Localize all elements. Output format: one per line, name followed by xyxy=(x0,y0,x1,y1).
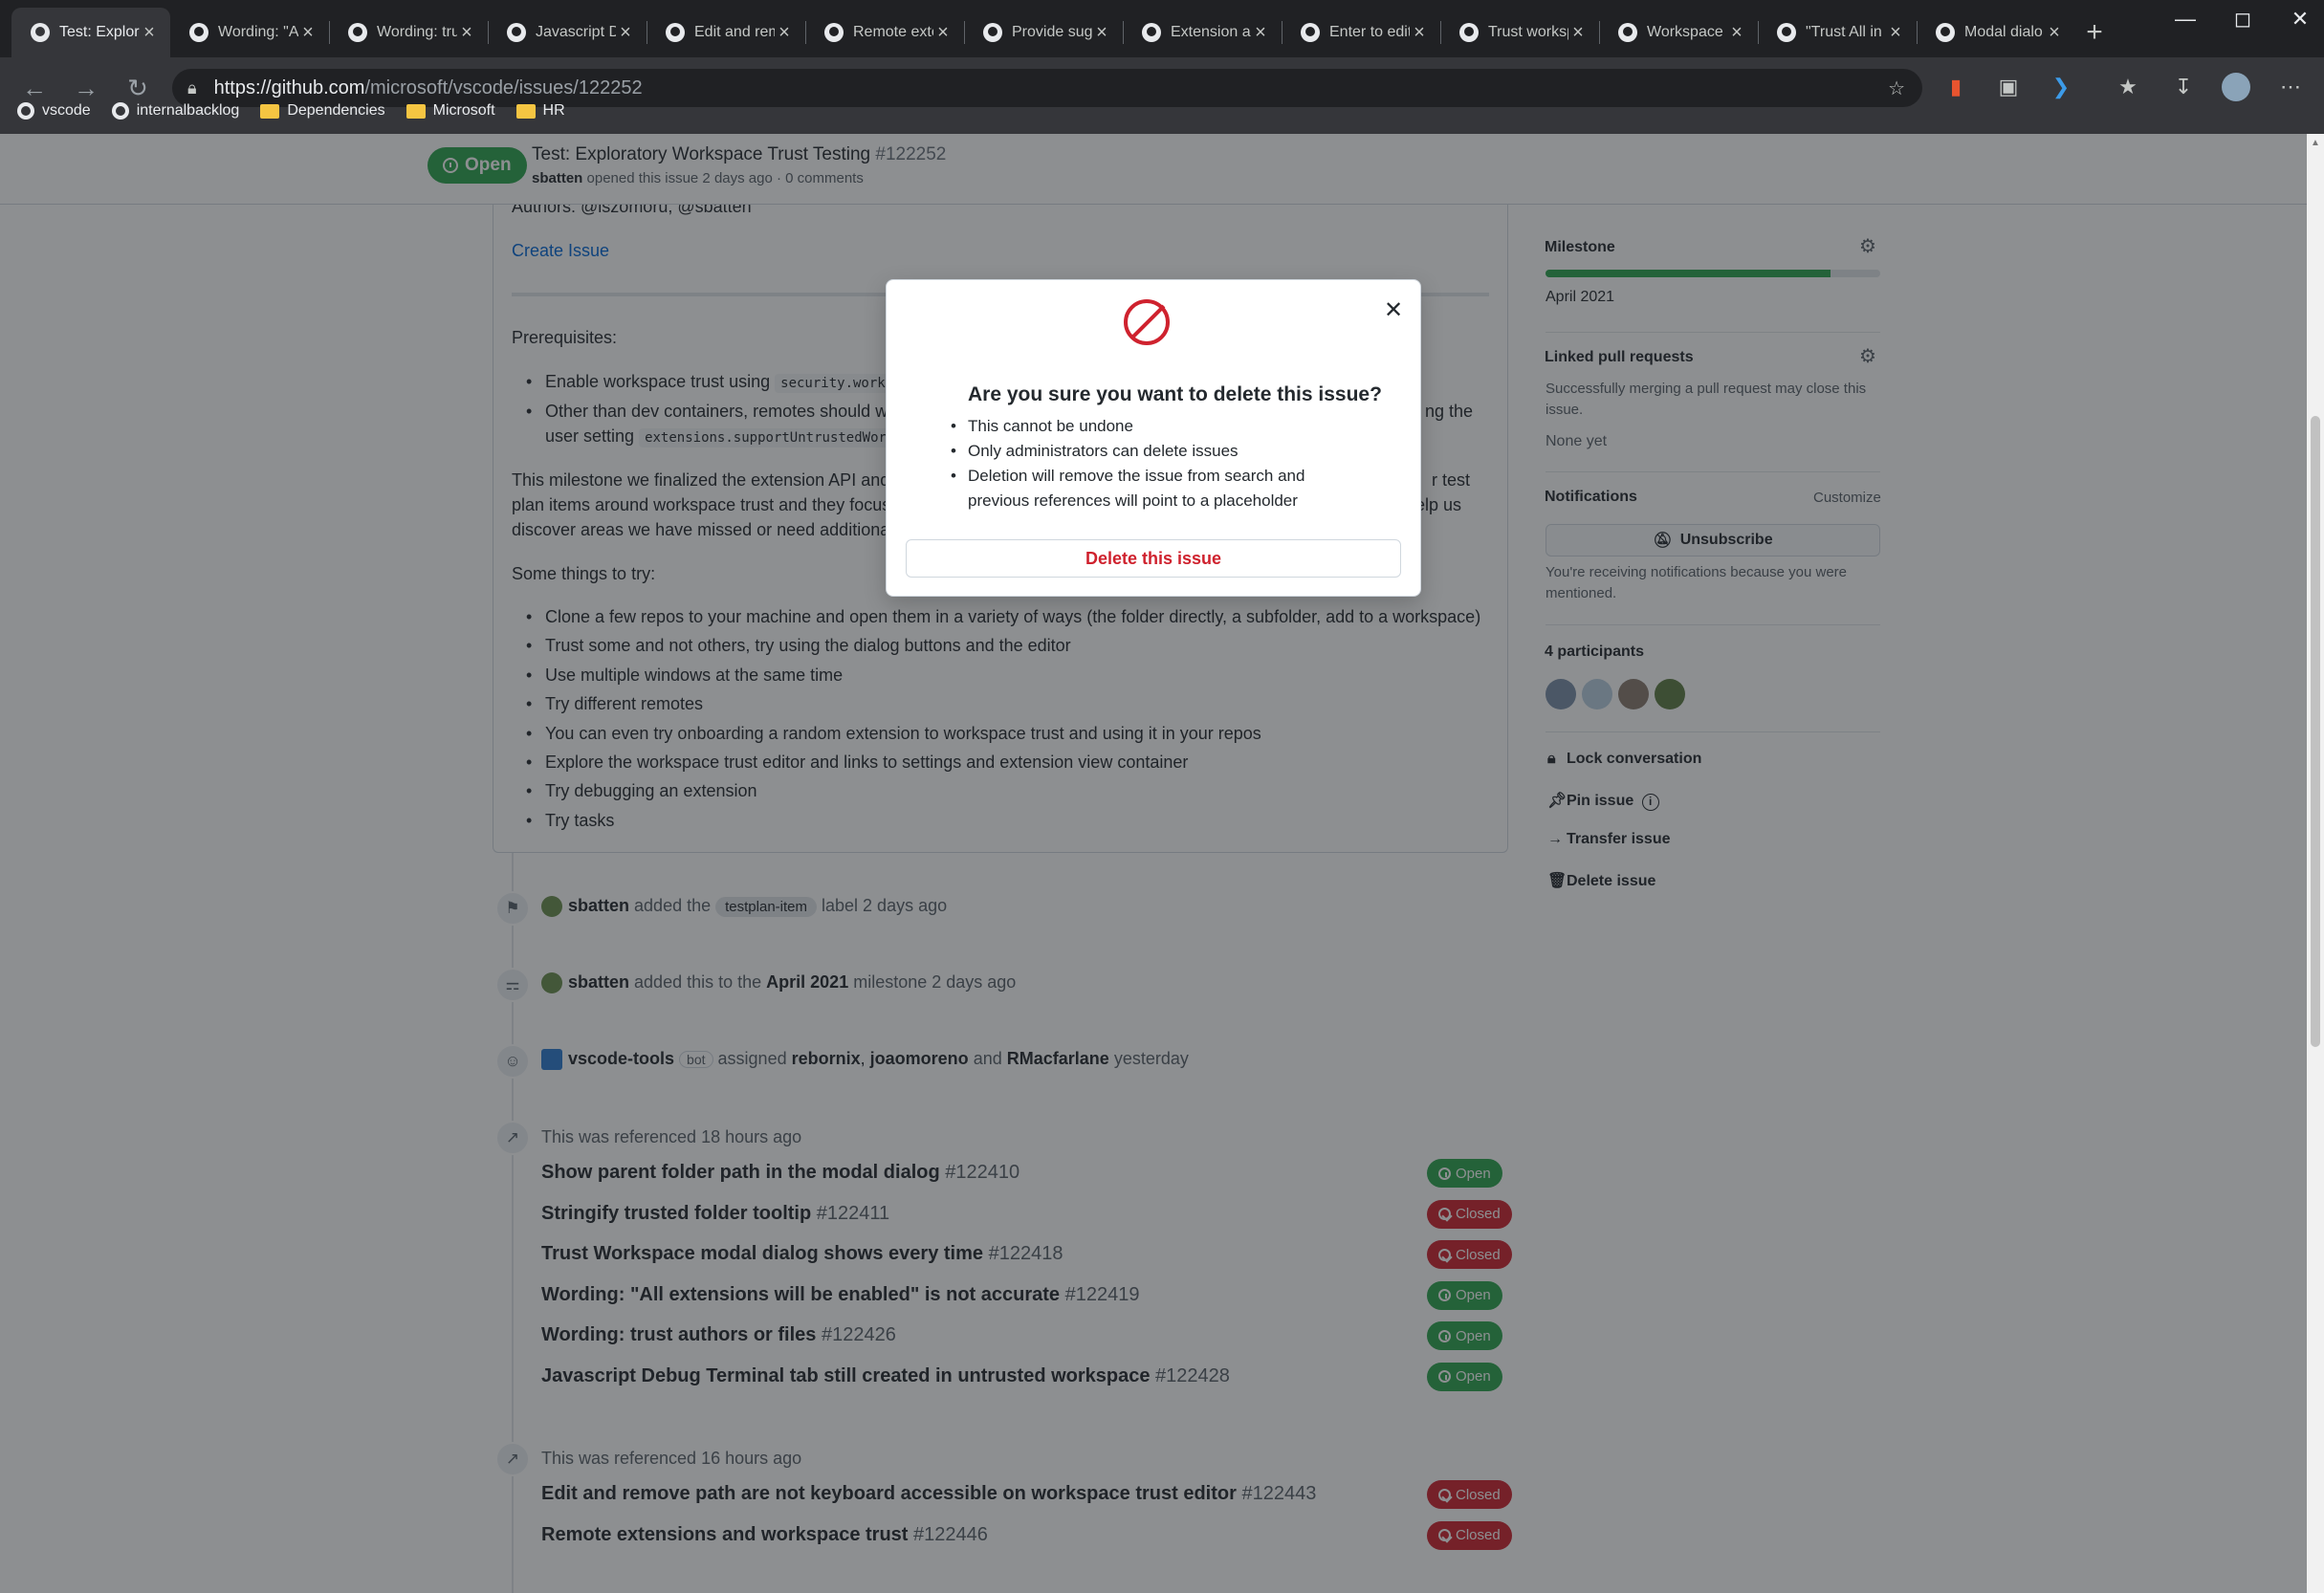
github-icon xyxy=(983,23,1002,42)
github-icon xyxy=(1936,23,1955,42)
browser-tab[interactable]: Modal dialo × xyxy=(1917,8,2075,57)
bookmarks-bar: vscode internalbacklog Dependencies Microso… xyxy=(0,96,586,126)
profile-avatar[interactable] xyxy=(2222,73,2250,101)
more-menu-icon[interactable]: ⋯ xyxy=(2276,73,2305,101)
browser-tab[interactable]: Trust worksp × xyxy=(1440,8,1599,57)
close-window-button[interactable]: ✕ xyxy=(2267,0,2324,38)
tab-label: Edit and rem xyxy=(694,24,775,40)
tab-close-icon[interactable]: × xyxy=(140,22,159,44)
github-icon xyxy=(1777,23,1796,42)
browser-tab[interactable]: Extension ac × xyxy=(1123,8,1282,57)
dialog-warning-item: Deletion will remove the issue from sear… xyxy=(951,464,1370,513)
tab-label: Test: Explora xyxy=(59,24,140,40)
browser-tab[interactable]: Workspace t × xyxy=(1599,8,1758,57)
tab-label: "Trust All in xyxy=(1806,24,1882,40)
bookmark-item[interactable]: HR xyxy=(515,102,565,120)
bookmark-item[interactable]: vscode xyxy=(17,102,91,120)
dialog-warning-item: Only administrators can delete issues xyxy=(951,439,1370,464)
stop-icon xyxy=(1124,299,1170,345)
tab-label: Enter to edit xyxy=(1329,24,1410,40)
github-icon xyxy=(1459,23,1479,42)
tab-close-icon[interactable]: × xyxy=(1727,22,1746,44)
bookmark-item[interactable]: Microsoft xyxy=(406,102,495,120)
dialog-title: Are you sure you want to delete this iss… xyxy=(968,383,1382,405)
github-icon xyxy=(189,23,208,42)
tab-close-icon[interactable]: × xyxy=(1092,22,1111,44)
delete-issue-dialog: ✕ Are you sure you want to delete this i… xyxy=(886,279,1421,597)
tab-label: Wording: tru xyxy=(377,24,457,40)
browser-tab[interactable]: Edit and rem × xyxy=(647,8,805,57)
tab-close-icon[interactable]: × xyxy=(775,22,794,44)
github-icon xyxy=(31,23,50,42)
delete-this-issue-button[interactable]: Delete this issue xyxy=(906,539,1401,578)
github-icon xyxy=(17,102,34,120)
dialog-warning-item: This cannot be undone xyxy=(951,414,1370,439)
tab-label: Provide sugg xyxy=(1012,24,1092,40)
scroll-up-icon[interactable]: ▲ xyxy=(2311,138,2320,148)
dialog-warning-list: This cannot be undoneOnly administrators… xyxy=(951,414,1370,513)
folder-icon xyxy=(515,103,536,119)
bookmark-label: Dependencies xyxy=(287,102,385,119)
tab-close-icon[interactable]: × xyxy=(1568,22,1588,44)
tab-label: Wording: "Al xyxy=(218,24,298,40)
tab-close-icon[interactable]: × xyxy=(457,22,476,44)
bookmark-item[interactable]: internalbacklog xyxy=(111,102,240,120)
browser-tab[interactable]: Javascript De× xyxy=(488,8,647,57)
tab-label: Javascript De xyxy=(536,24,616,40)
downloads-icon[interactable]: ↧ xyxy=(2169,73,2198,101)
vscode-extension-icon[interactable]: ❯ xyxy=(2047,73,2075,101)
tab-close-icon[interactable]: × xyxy=(616,22,635,44)
browser-tab-strip: Test: Explora × Wording: "Al × Wording: tru ×… xyxy=(0,0,2324,57)
github-icon xyxy=(1618,23,1637,42)
github-icon xyxy=(111,102,129,120)
github-icon xyxy=(348,23,367,42)
folder-icon xyxy=(406,103,426,119)
tab-close-icon[interactable]: × xyxy=(298,22,318,44)
tab-close-icon[interactable]: × xyxy=(1886,22,1905,44)
tab-close-icon[interactable]: × xyxy=(1410,22,1429,44)
reading-view-icon[interactable]: ▣ xyxy=(1994,73,2023,101)
browser-tab[interactable]: Provide sugg× xyxy=(964,8,1123,57)
bookmark-label: internalbacklog xyxy=(136,102,240,119)
tab-label: Extension ac xyxy=(1171,24,1251,40)
bookmark-label: HR xyxy=(542,102,565,119)
tab-label: Trust worksp xyxy=(1488,24,1568,40)
scrollbar-thumb[interactable] xyxy=(2311,416,2320,1047)
bookmark-label: Microsoft xyxy=(432,102,495,119)
new-tab-button[interactable]: + xyxy=(2075,8,2114,57)
github-issue-page: Open Test: Exploratory Workspace Trust T… xyxy=(0,134,2307,1593)
page-scrollbar[interactable]: ▲ xyxy=(2307,134,2324,1593)
folder-icon xyxy=(260,103,280,119)
bookmark-label: vscode xyxy=(42,102,91,119)
github-icon xyxy=(824,23,844,42)
browser-tab[interactable]: Remote exte × xyxy=(805,8,964,57)
tab-close-icon[interactable]: × xyxy=(933,22,953,44)
browser-tab[interactable]: "Trust All in × xyxy=(1758,8,1917,57)
bookmark-item[interactable]: Dependencies xyxy=(260,102,385,120)
browser-tab[interactable]: Test: Explora × xyxy=(11,8,170,57)
browser-tab[interactable]: Enter to edit × xyxy=(1282,8,1440,57)
browser-tab[interactable]: Wording: tru × xyxy=(329,8,488,57)
tab-close-icon[interactable]: × xyxy=(2045,22,2064,44)
favorites-icon[interactable]: ★ xyxy=(2114,73,2142,101)
tab-close-icon[interactable]: × xyxy=(1251,22,1270,44)
browser-tab[interactable]: Wording: "Al × xyxy=(170,8,329,57)
office-extension-icon[interactable]: ▮ xyxy=(1941,73,1970,101)
github-icon xyxy=(1142,23,1161,42)
github-icon xyxy=(666,23,685,42)
tab-label: Modal dialo xyxy=(1964,24,2043,40)
github-icon xyxy=(507,23,526,42)
github-icon xyxy=(1301,23,1320,42)
close-icon[interactable]: ✕ xyxy=(1382,299,1405,322)
tab-list: Test: Explora × Wording: "Al × Wording: tru ×… xyxy=(0,8,2075,57)
tab-label: Workspace t xyxy=(1647,24,1727,40)
star-add-favorite-icon[interactable]: ☆ xyxy=(1888,76,1905,100)
tab-label: Remote exte xyxy=(853,24,933,40)
